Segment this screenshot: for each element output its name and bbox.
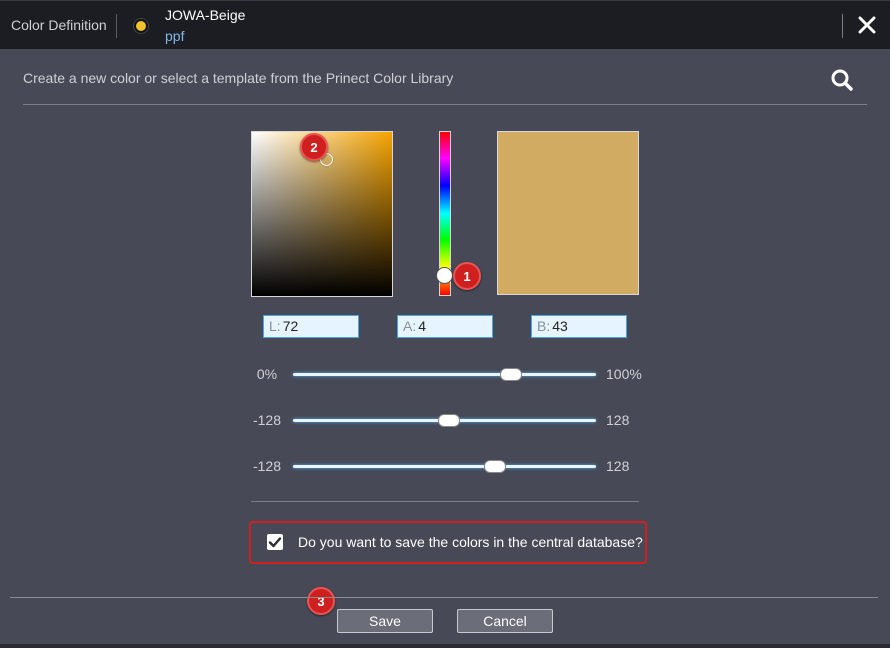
close-icon [858, 16, 876, 34]
color-name: JOWA-Beige [165, 7, 246, 23]
lab-a-field[interactable]: A: 4 [397, 315, 493, 338]
slider-row-b: -128 128 [250, 455, 650, 479]
slider-l-track[interactable] [293, 373, 596, 376]
save-db-label: Do you want to save the colors in the ce… [298, 534, 643, 550]
section-divider [251, 501, 639, 502]
lab-l-field[interactable]: L: 72 [263, 315, 359, 338]
slider-l-min: 0% [256, 366, 278, 382]
step-badge-2: 2 [300, 133, 328, 161]
slider-l-max: 100% [606, 366, 642, 382]
slider-b-min: -128 [252, 458, 282, 474]
step-badge-3: 3 [307, 587, 335, 615]
slider-b-thumb[interactable] [484, 460, 507, 473]
lab-a-value: 4 [418, 318, 427, 334]
title-bar: Color Definition JOWA-Beige ppf [0, 0, 890, 49]
slider-l-thumb[interactable] [500, 368, 523, 381]
lab-b-label: B: [537, 318, 551, 334]
slider-a-thumb[interactable] [438, 414, 461, 427]
slider-a-min: -128 [252, 412, 282, 428]
step-badge-1: 1 [453, 262, 481, 290]
slider-b-track[interactable] [293, 465, 596, 468]
footer-divider [10, 597, 878, 598]
header-divider [23, 104, 867, 105]
intro-text: Create a new color or select a template … [23, 70, 454, 86]
lab-a-label: A: [403, 318, 417, 334]
slider-a-max: 128 [606, 412, 630, 428]
dialog-title: Color Definition [11, 17, 107, 33]
checkmark-icon [268, 537, 282, 548]
search-button[interactable] [828, 66, 856, 94]
slider-row-l: 0% 100% [250, 363, 650, 387]
color-subtitle: ppf [165, 28, 185, 44]
search-icon [831, 69, 853, 91]
lab-l-value: 72 [282, 318, 299, 334]
lab-l-label: L: [269, 318, 281, 334]
close-separator [842, 14, 843, 38]
slider-b-max: 128 [606, 458, 630, 474]
slider-row-a: -128 128 [250, 409, 650, 433]
color-swatch-dot [134, 19, 148, 33]
close-button[interactable] [855, 12, 879, 38]
lab-b-value: 43 [552, 318, 568, 334]
save-button[interactable]: Save [337, 609, 433, 633]
save-db-checkbox[interactable] [267, 534, 283, 550]
lab-b-field[interactable]: B: 43 [531, 315, 627, 338]
cancel-button[interactable]: Cancel [457, 609, 553, 633]
bottom-edge [0, 644, 890, 648]
hue-handle[interactable] [436, 267, 453, 284]
color-preview [497, 131, 639, 295]
title-separator [116, 14, 117, 38]
